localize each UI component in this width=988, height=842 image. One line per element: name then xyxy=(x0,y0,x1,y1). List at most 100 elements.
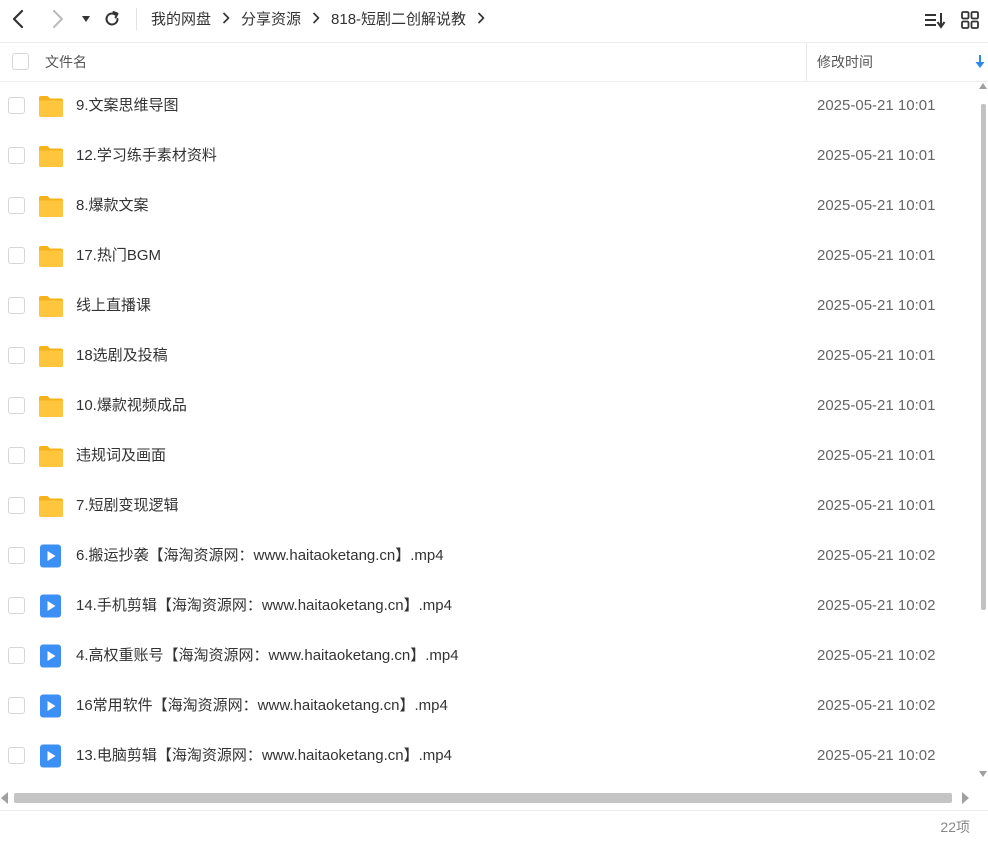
row-checkbox[interactable] xyxy=(8,397,25,414)
file-modified-time: 2025-05-21 10:02 xyxy=(817,547,936,564)
file-name: 16常用软件【海淘资源网：www.haitaoketang.cn】.mp4 xyxy=(76,697,448,714)
breadcrumb-separator-icon xyxy=(466,12,496,24)
scroll-left-arrow-icon[interactable] xyxy=(0,792,10,804)
row-checkbox[interactable] xyxy=(8,97,25,114)
folder-icon xyxy=(39,346,63,367)
breadcrumb-item[interactable]: 我的网盘 xyxy=(151,8,211,29)
refresh-icon xyxy=(105,11,119,26)
breadcrumb-item-current[interactable]: 818-短剧二创解说教 xyxy=(331,8,466,29)
file-name: 线上直播课 xyxy=(76,297,152,314)
toolbar-divider xyxy=(136,8,137,30)
row-checkbox[interactable] xyxy=(8,447,25,464)
status-bar: 22项 xyxy=(0,810,988,842)
refresh-button[interactable] xyxy=(100,6,124,32)
file-modified-time: 2025-05-21 10:01 xyxy=(817,97,936,114)
vertical-scrollbar-thumb[interactable] xyxy=(981,104,986,610)
grid-view-button[interactable] xyxy=(958,8,982,32)
file-modified-time: 2025-05-21 10:01 xyxy=(817,447,936,464)
chevron-left-icon xyxy=(12,10,24,28)
folder-row[interactable]: 7.短剧变现逻辑 2025-05-21 10:01 xyxy=(0,481,978,531)
video-file-icon xyxy=(40,694,61,718)
folder-icon xyxy=(39,96,63,117)
column-header-name[interactable]: 文件名 xyxy=(45,43,87,81)
chevron-right-icon xyxy=(53,10,63,28)
file-list: 9.文案思维导图 2025-05-21 10:01 12.学习练手素材资料 2025-… xyxy=(0,81,978,781)
row-checkbox[interactable] xyxy=(8,547,25,564)
grid-view-icon xyxy=(961,11,979,29)
row-checkbox[interactable] xyxy=(8,297,25,314)
file-modified-time: 2025-05-21 10:01 xyxy=(817,297,936,314)
file-browser-window: 我的网盘 分享资源 818-短剧二创解说教 文件名 修改时间 9.文案思维导图 … xyxy=(0,0,988,842)
folder-icon xyxy=(39,396,63,417)
row-checkbox[interactable] xyxy=(8,647,25,664)
folder-icon xyxy=(39,246,63,267)
row-checkbox[interactable] xyxy=(8,147,25,164)
breadcrumb-separator-icon xyxy=(301,12,331,24)
folder-row[interactable]: 17.热门BGM 2025-05-21 10:01 xyxy=(0,231,978,281)
folder-row[interactable]: 违规词及画面 2025-05-21 10:01 xyxy=(0,431,978,481)
file-name: 7.短剧变现逻辑 xyxy=(76,497,179,514)
file-row[interactable]: 4.高权重账号【海淘资源网：www.haitaoketang.cn】.mp4 20… xyxy=(0,631,978,681)
breadcrumb-item[interactable]: 分享资源 xyxy=(241,8,301,29)
folder-row[interactable]: 12.学习练手素材资料 2025-05-21 10:01 xyxy=(0,131,978,181)
file-name: 12.学习练手素材资料 xyxy=(76,147,217,164)
file-modified-time: 2025-05-21 10:01 xyxy=(817,397,936,414)
file-name: 18选剧及投稿 xyxy=(76,347,168,364)
folder-row[interactable]: 9.文案思维导图 2025-05-21 10:01 xyxy=(0,81,978,131)
breadcrumb-separator-icon xyxy=(211,12,241,24)
folder-row[interactable]: 10.爆款视频成品 2025-05-21 10:01 xyxy=(0,381,978,431)
row-checkbox[interactable] xyxy=(8,197,25,214)
back-button[interactable] xyxy=(6,6,30,32)
scroll-down-arrow-icon[interactable] xyxy=(979,770,987,778)
file-name: 4.高权重账号【海淘资源网：www.haitaoketang.cn】.mp4 xyxy=(76,647,459,664)
file-name: 8.爆款文案 xyxy=(76,197,149,214)
file-row[interactable]: 13.电脑剪辑【海淘资源网：www.haitaoketang.cn】.mp4 20… xyxy=(0,731,978,781)
file-modified-time: 2025-05-21 10:02 xyxy=(817,597,936,614)
file-modified-time: 2025-05-21 10:02 xyxy=(817,647,936,664)
folder-icon xyxy=(39,196,63,217)
select-all-checkbox[interactable] xyxy=(12,53,29,70)
file-name: 10.爆款视频成品 xyxy=(76,397,187,414)
forward-button[interactable] xyxy=(46,6,70,32)
file-row[interactable]: 6.搬运抄袭【海淘资源网：www.haitaoketang.cn】.mp4 202… xyxy=(0,531,978,581)
scroll-right-arrow-icon[interactable] xyxy=(960,792,970,804)
folder-icon xyxy=(39,146,63,167)
horizontal-scrollbar[interactable] xyxy=(0,788,978,808)
column-divider[interactable] xyxy=(806,43,807,81)
row-checkbox[interactable] xyxy=(8,347,25,364)
file-modified-time: 2025-05-21 10:01 xyxy=(817,197,936,214)
row-checkbox[interactable] xyxy=(8,697,25,714)
horizontal-scrollbar-thumb[interactable] xyxy=(14,793,952,803)
caret-down-icon xyxy=(82,16,90,22)
row-checkbox[interactable] xyxy=(8,747,25,764)
toolbar: 我的网盘 分享资源 818-短剧二创解说教 xyxy=(0,0,988,40)
file-name: 9.文案思维导图 xyxy=(76,97,179,114)
item-count: 22项 xyxy=(940,819,970,835)
folder-row[interactable]: 18选剧及投稿 2025-05-21 10:01 xyxy=(0,331,978,381)
folder-row[interactable]: 8.爆款文案 2025-05-21 10:01 xyxy=(0,181,978,231)
row-checkbox[interactable] xyxy=(8,247,25,264)
file-modified-time: 2025-05-21 10:01 xyxy=(817,247,936,264)
file-modified-time: 2025-05-21 10:01 xyxy=(817,497,936,514)
file-modified-time: 2025-05-21 10:01 xyxy=(817,347,936,364)
video-file-icon xyxy=(40,544,61,568)
video-file-icon xyxy=(40,644,61,668)
sort-button[interactable] xyxy=(923,8,947,32)
list-header: 文件名 修改时间 xyxy=(0,42,988,82)
history-dropdown-button[interactable] xyxy=(78,6,94,32)
folder-icon xyxy=(39,496,63,517)
folder-row[interactable]: 线上直播课 2025-05-21 10:01 xyxy=(0,281,978,331)
sort-down-arrow-icon[interactable] xyxy=(974,54,986,70)
column-header-modified-time[interactable]: 修改时间 xyxy=(817,43,873,81)
file-name: 17.热门BGM xyxy=(76,247,162,264)
row-checkbox[interactable] xyxy=(8,497,25,514)
scroll-up-arrow-icon[interactable] xyxy=(979,82,987,90)
file-row[interactable]: 16常用软件【海淘资源网：www.haitaoketang.cn】.mp4 202… xyxy=(0,681,978,731)
video-file-icon xyxy=(40,744,61,768)
file-modified-time: 2025-05-21 10:02 xyxy=(817,747,936,764)
row-checkbox[interactable] xyxy=(8,597,25,614)
vertical-scrollbar[interactable] xyxy=(978,82,988,782)
file-row[interactable]: 14.手机剪辑【海淘资源网：www.haitaoketang.cn】.mp4 20… xyxy=(0,581,978,631)
sort-list-icon xyxy=(925,13,946,29)
file-modified-time: 2025-05-21 10:01 xyxy=(817,147,936,164)
